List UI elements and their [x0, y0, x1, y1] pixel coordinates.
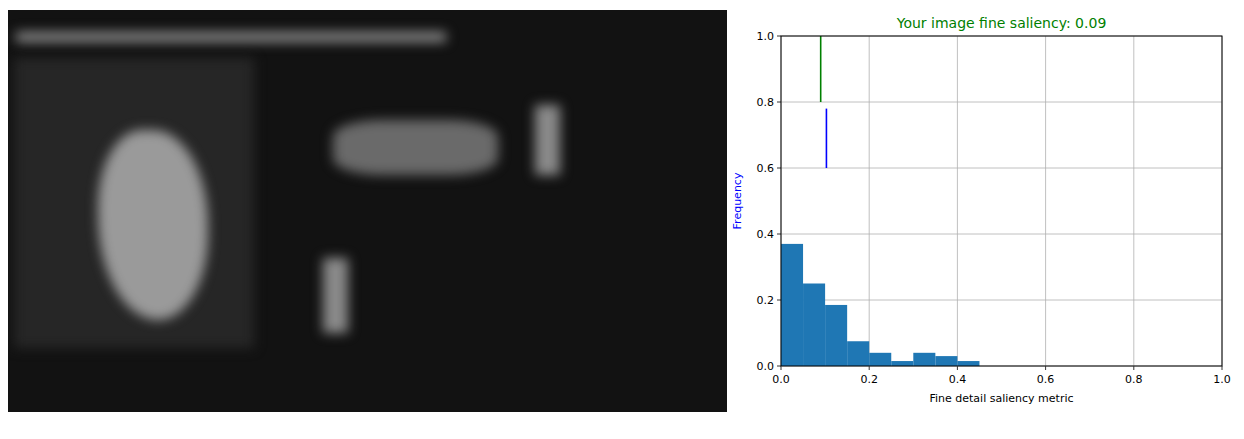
y-axis-label: Frequency: [731, 172, 744, 229]
plot-frame: [781, 36, 1222, 366]
x-tick-label: 0.2: [860, 373, 878, 386]
tick-mark: [869, 366, 870, 370]
tick-mark: [781, 366, 782, 370]
grid-line: [957, 36, 958, 366]
tick-mark: [777, 234, 781, 235]
y-tick-label: 0.4: [757, 228, 775, 241]
y-tick-label: 0.8: [757, 96, 775, 109]
tick-mark: [1222, 366, 1223, 370]
x-axis-label: Fine detail saliency metric: [929, 392, 1073, 405]
grid-line: [781, 168, 1222, 169]
y-tick-label: 0.0: [757, 360, 775, 373]
histogram-bar: [847, 341, 869, 366]
grid-line: [1045, 36, 1046, 366]
histogram-bar: [957, 361, 979, 366]
histogram-bar: [891, 361, 913, 366]
histogram-bar: [825, 305, 847, 366]
grid-line: [781, 234, 1222, 235]
histogram-bar: [803, 284, 825, 367]
tick-mark: [777, 300, 781, 301]
tick-mark: [1133, 366, 1134, 370]
histogram-chart: Your image fine saliency: 0.09 0.0 0.2 0.4 0…: [727, 0, 1244, 439]
blurred-chart: [323, 258, 348, 333]
histogram-bar: [781, 244, 803, 366]
chart-title: Your image fine saliency: 0.09: [896, 15, 1107, 31]
grid-line: [1133, 36, 1134, 366]
blurred-chart: [333, 120, 498, 175]
x-tick-label: 0.8: [1125, 373, 1143, 386]
y-tick-label: 1.0: [757, 30, 775, 43]
marker-line: [826, 109, 828, 168]
grid-line: [781, 300, 1222, 301]
y-tick-label: 0.6: [757, 162, 775, 175]
histogram-bar: [913, 353, 935, 366]
histogram-bar: [869, 353, 891, 366]
x-tick-label: 0.4: [949, 373, 967, 386]
blurred-chart: [535, 105, 560, 175]
saliency-report: Your image fine saliency: 0.09 0.0 0.2 0.4 0…: [0, 0, 1244, 439]
blurred-screenshot: [8, 10, 727, 412]
y-tick-label: 0.2: [757, 294, 775, 307]
x-tick-label: 0.6: [1037, 373, 1055, 386]
grid-line: [869, 36, 870, 366]
blurred-title-strip: [16, 32, 446, 42]
tick-mark: [957, 366, 958, 370]
tick-mark: [1045, 366, 1046, 370]
tick-mark: [777, 168, 781, 169]
tick-mark: [777, 36, 781, 37]
x-tick-label: 0.0: [772, 373, 790, 386]
x-tick-label: 1.0: [1213, 373, 1231, 386]
tick-mark: [777, 366, 781, 367]
histogram-bar: [935, 356, 957, 366]
grid-line: [781, 102, 1222, 103]
tick-mark: [777, 102, 781, 103]
marker-line: [820, 36, 822, 102]
